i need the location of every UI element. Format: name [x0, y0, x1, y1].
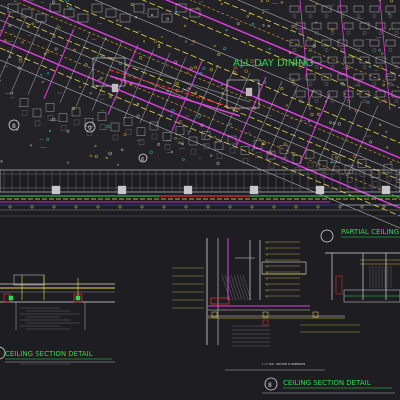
cad-rect — [249, 185, 259, 195]
grid-bubble — [382, 205, 386, 209]
plan-title: ALL DAY DINING — [233, 58, 313, 69]
grid-bubble — [250, 205, 254, 209]
grid-bubble — [294, 205, 298, 209]
cad-rect — [117, 185, 127, 195]
cad-rect — [183, 185, 193, 195]
cad-rect — [51, 185, 61, 195]
grid-bubble — [140, 205, 144, 209]
partial-ceiling-callout: PARTIAL CEILING P — [320, 228, 400, 243]
cad-rect — [385, 175, 392, 182]
grid-bubble — [118, 205, 122, 209]
cad-rect — [381, 185, 391, 195]
left-detail-title: CEILING SECTION DETAIL — [5, 350, 93, 358]
cad-line — [230, 274, 240, 301]
cad-line — [236, 274, 246, 301]
grid-bubble — [162, 205, 166, 209]
left-section-callout: CEILING SECTION DETAIL — [0, 346, 112, 360]
cad-rect — [111, 83, 119, 93]
cad-line — [239, 274, 249, 301]
grid-bubble — [360, 205, 364, 209]
cad-line — [233, 274, 243, 301]
svg-text:8: 8 — [268, 382, 272, 389]
grid-bubble — [52, 205, 56, 209]
right-detail-title: CEILING SECTION DETAIL — [283, 379, 371, 387]
svg-text:6: 6 — [141, 157, 144, 163]
cad-rect — [8, 295, 14, 301]
svg-text:8: 8 — [12, 123, 16, 130]
cad-rect — [210, 297, 230, 305]
detail-region — [0, 238, 400, 394]
cad-rect — [315, 185, 325, 195]
grid-bubble — [74, 205, 78, 209]
grid-bubble — [206, 205, 210, 209]
grid-bubble — [228, 205, 232, 209]
grid-bubble — [338, 205, 342, 209]
grid-bubble — [316, 205, 320, 209]
svg-text:9: 9 — [88, 125, 92, 132]
cad-line — [221, 274, 231, 301]
cad-drawing-canvas[interactable]: ALL DAY DINING 8 9 6 PARTIAL CEILING P C… — [0, 0, 400, 400]
cad-rect — [13, 274, 45, 286]
grid-bubble — [184, 205, 188, 209]
right-section-callout: 8 CEILING SECTION DETAIL — [264, 377, 392, 391]
cad-rect — [262, 319, 269, 326]
cad-rect — [245, 87, 253, 97]
grid-bubble — [96, 205, 100, 209]
mid-note: 1 / 1 TILE - SECTION D DIMENSION — [262, 362, 305, 366]
cad-rect — [335, 275, 343, 295]
cad-rect — [372, 181, 379, 187]
cad-line — [227, 274, 237, 301]
grid-bubble — [8, 205, 12, 209]
floor-plan-region — [0, 0, 400, 229]
partial-ceiling-title: PARTIAL CEILING P — [341, 228, 400, 236]
cad-rect — [261, 261, 307, 275]
cad-line — [224, 274, 234, 301]
grid-bubble — [272, 205, 276, 209]
grid-bubble — [30, 205, 34, 209]
cad-rect — [75, 295, 81, 301]
